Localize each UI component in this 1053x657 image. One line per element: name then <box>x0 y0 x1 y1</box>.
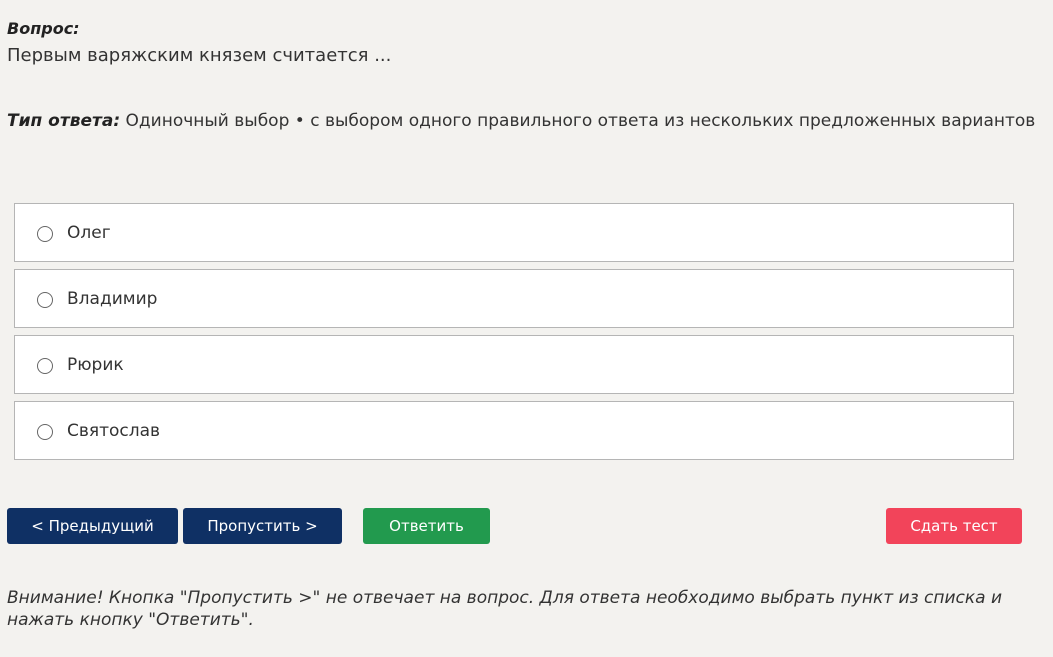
option-item[interactable]: Олег <box>14 203 1014 262</box>
radio-button[interactable] <box>37 424 53 440</box>
answer-button[interactable]: Ответить <box>363 508 490 544</box>
radio-button[interactable] <box>37 358 53 374</box>
option-item[interactable]: Святослав <box>14 401 1014 460</box>
answer-type-label: Тип ответа: <box>7 111 121 131</box>
notice-text: Внимание! Кнопка "Пропустить >" не отвеч… <box>7 588 1003 630</box>
option-label: Олег <box>67 223 111 243</box>
option-label: Владимир <box>67 289 158 309</box>
option-label: Рюрик <box>67 355 124 375</box>
question-text: Первым варяжским князем считается ... <box>7 45 392 66</box>
previous-button[interactable]: < Предыдущий <box>7 508 178 544</box>
answer-type-value: Одиночный выбор • с выбором одного прави… <box>120 111 1036 131</box>
radio-button[interactable] <box>37 226 53 242</box>
option-label: Святослав <box>67 421 161 441</box>
option-item[interactable]: Владимир <box>14 269 1014 328</box>
skip-button[interactable]: Пропустить > <box>183 508 342 544</box>
answer-type: Тип ответа: Одиночный выбор • с выбором … <box>7 111 1035 131</box>
radio-button[interactable] <box>37 292 53 308</box>
question-label: Вопрос: <box>7 19 80 38</box>
finish-test-button[interactable]: Сдать тест <box>886 508 1022 544</box>
option-item[interactable]: Рюрик <box>14 335 1014 394</box>
options-list: Олег Владимир Рюрик Святослав <box>14 203 1014 467</box>
